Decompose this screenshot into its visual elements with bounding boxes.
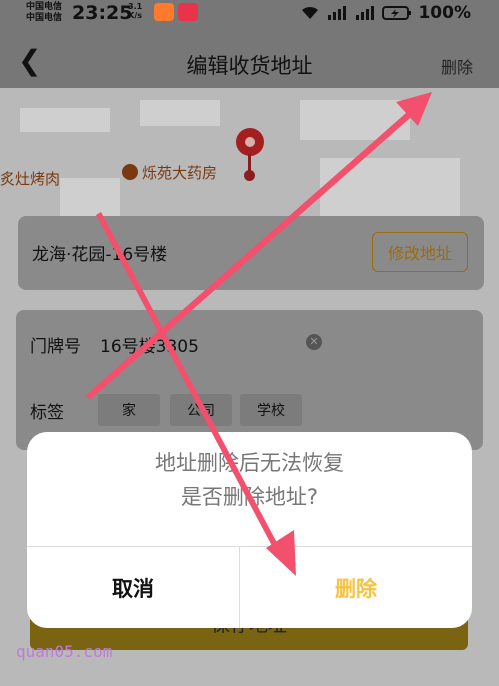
status-icons: 100% [300, 3, 471, 23]
top-nav: ❮ 编辑收货地址 删除 [0, 38, 499, 88]
speed-unit: K/s [128, 11, 143, 20]
carrier-1: 中国电信 [26, 2, 63, 12]
notification-app-icon-2 [178, 3, 198, 21]
delete-confirm-dialog: 地址删除后无法恢复 是否删除地址? 取消 删除 [27, 432, 472, 628]
house-number-label: 门牌号 [30, 337, 81, 357]
status-bar: 中国电信 中国电信 23:25 3.1 K/s 100% [0, 0, 499, 30]
map-block [140, 100, 220, 126]
address-card: 龙海·花园-16号楼 修改地址 [18, 216, 484, 290]
tag-school[interactable]: 学校 [240, 394, 302, 426]
wifi-icon [302, 6, 319, 19]
tag-home[interactable]: 家 [98, 394, 160, 426]
dialog-cancel-button[interactable]: 取消 [27, 547, 239, 628]
map-block [60, 178, 120, 218]
tag-company[interactable]: 公司 [170, 394, 232, 426]
network-speed: 3.1 K/s [128, 2, 142, 20]
tag-label: 标签 [30, 403, 64, 423]
map-block [320, 158, 460, 218]
carrier-2: 中国电信 [26, 13, 63, 23]
page-title: 编辑收货地址 [186, 54, 313, 78]
signal-icon-2 [356, 6, 375, 20]
edit-address-button[interactable]: 修改地址 [372, 232, 468, 272]
header-delete-button[interactable]: 删除 [441, 54, 473, 78]
map-poi-label: 炙灶烤肉 [0, 170, 61, 188]
clear-icon[interactable]: ✕ [306, 334, 322, 350]
clock: 23:25 [72, 2, 133, 24]
map-block [20, 108, 110, 132]
dialog-message-line-2: 是否删除地址? [180, 485, 319, 509]
notification-app-icon [154, 3, 174, 21]
watermark-text: quan05.com [16, 642, 113, 661]
pharmacy-pin-icon [122, 164, 138, 180]
address-form: 门牌号 16号楼3305 ✕ 标签 家 公司 学校 [16, 310, 483, 450]
dialog-message-line-1: 地址删除后无法恢复 [155, 451, 344, 475]
speed-value: 3.1 [128, 2, 143, 11]
location-pin-dot [244, 170, 255, 181]
house-number-input[interactable]: 16号楼3305 [100, 332, 199, 357]
battery-icon [382, 6, 412, 20]
battery-level: 100% [418, 3, 471, 23]
address-text: 龙海·花园-16号楼 [32, 245, 168, 265]
dialog-delete-button[interactable]: 删除 [240, 547, 472, 628]
location-pin-icon [236, 128, 264, 156]
dialog-message: 地址删除后无法恢复 是否删除地址? [27, 446, 472, 514]
map-block [300, 100, 410, 140]
signal-icon [328, 6, 347, 20]
carrier-labels: 中国电信 中国电信 [26, 2, 62, 24]
map-poi-label: 烁苑大药房 [122, 162, 217, 183]
